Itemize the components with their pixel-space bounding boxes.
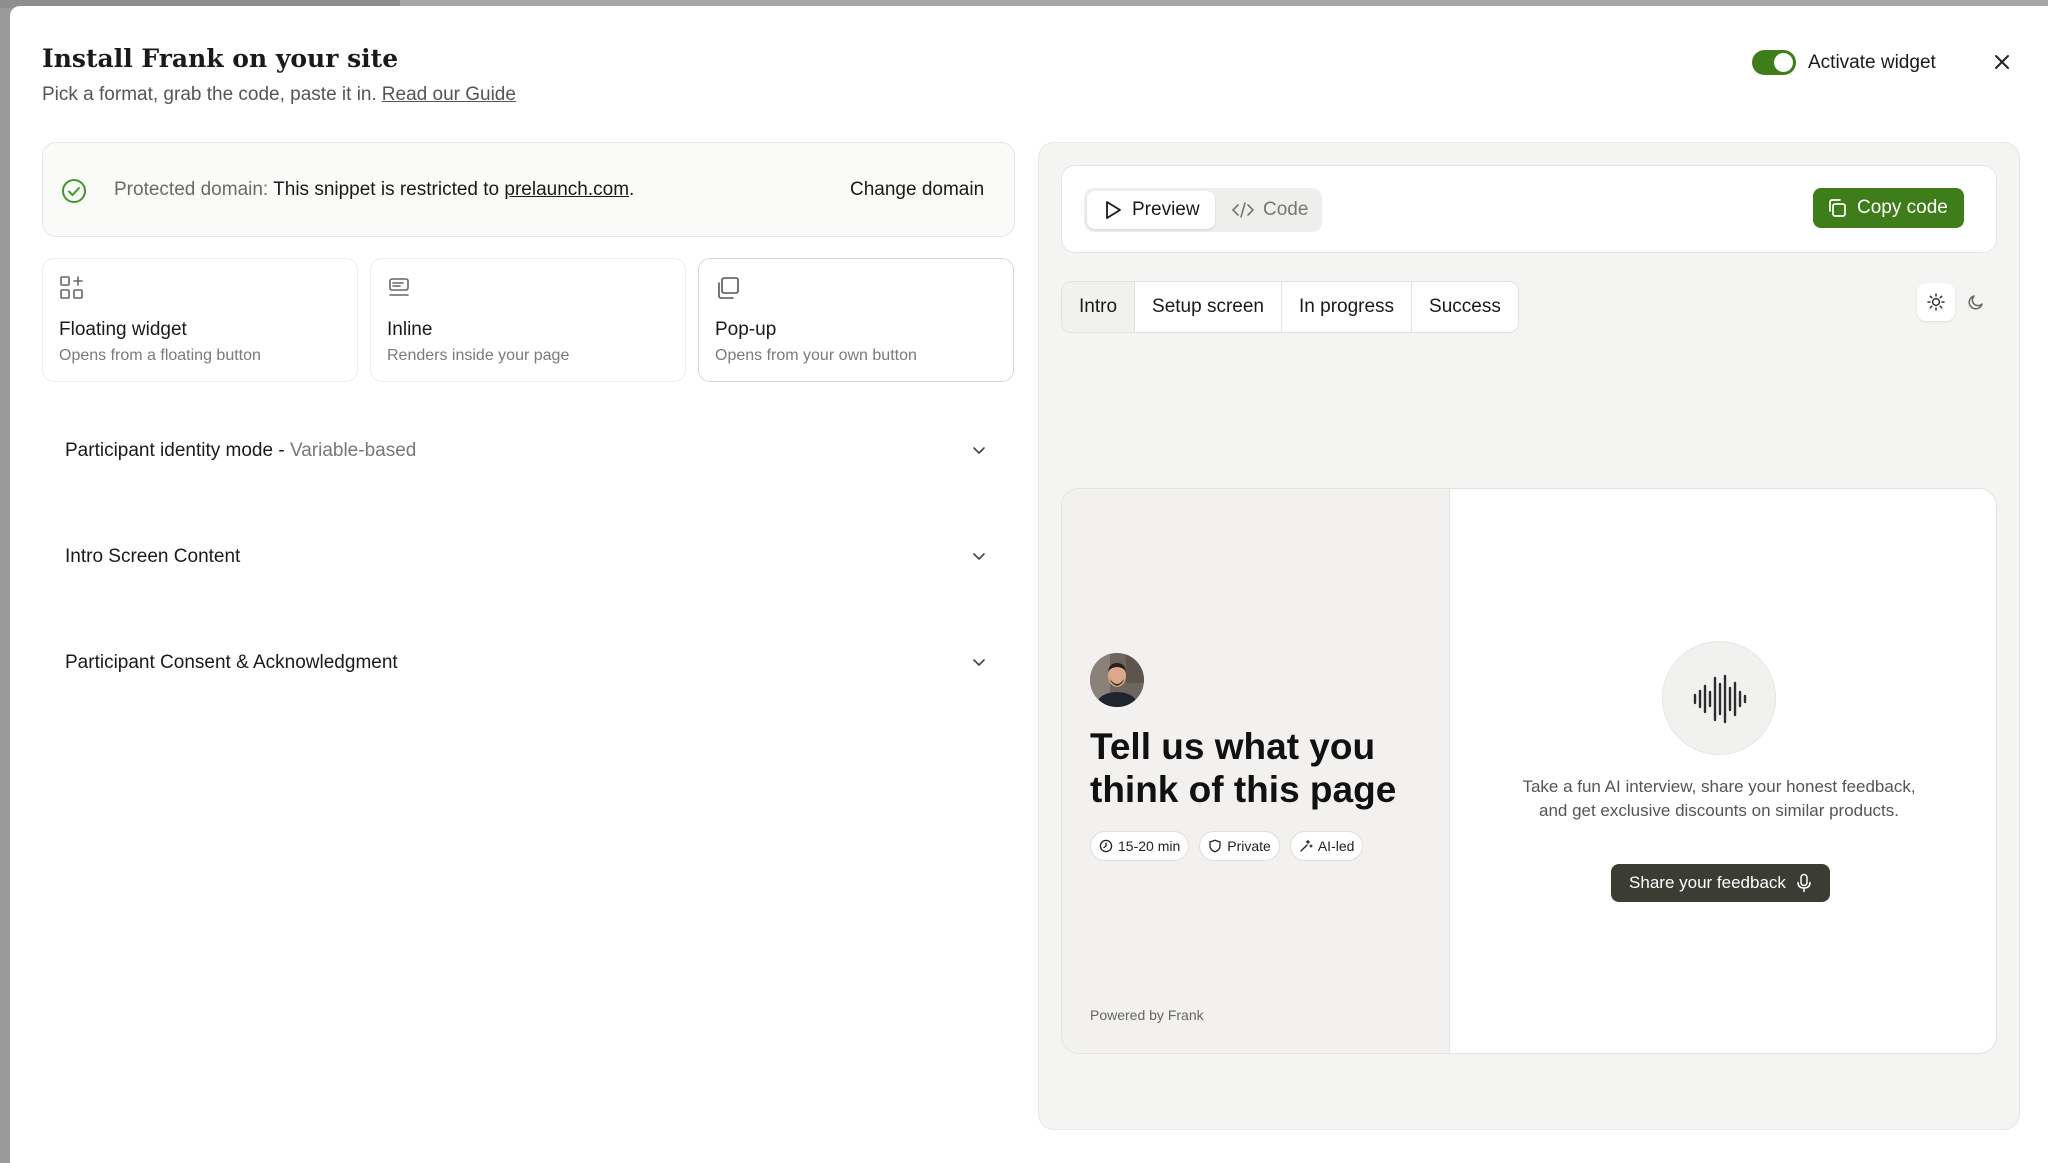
chip-label: Private xyxy=(1227,838,1271,854)
play-icon xyxy=(1106,201,1121,219)
format-desc: Renders inside your page xyxy=(387,347,570,364)
preview-tab-label: Preview xyxy=(1132,199,1200,220)
accordion-intro-screen-content[interactable]: Intro Screen Content xyxy=(65,538,995,578)
format-name: Inline xyxy=(387,319,433,340)
avatar xyxy=(1090,653,1144,707)
chevron-down-icon xyxy=(973,553,985,560)
domain-prefix: Protected domain: xyxy=(114,179,269,200)
chip-ai-led: AI-led xyxy=(1289,831,1364,861)
inline-icon xyxy=(389,278,409,296)
format-card-inline[interactable]: Inline Renders inside your page xyxy=(370,258,686,382)
code-tab[interactable]: Code xyxy=(1222,191,1320,229)
chevron-down-icon xyxy=(973,659,985,666)
check-circle-icon xyxy=(62,179,86,203)
activate-widget-label: Activate widget xyxy=(1808,51,1936,73)
share-feedback-button[interactable]: Share your feedback xyxy=(1611,864,1830,902)
accordion-title: Participant identity mode - xyxy=(65,440,285,461)
chevron-down-icon xyxy=(973,447,985,454)
state-tabs: Intro Setup screen In progress Success xyxy=(1061,281,1519,333)
accordion-title: Participant Consent & Acknowledgment xyxy=(65,652,398,673)
change-domain-button[interactable]: Change domain xyxy=(850,179,984,201)
accordion-title: Intro Screen Content xyxy=(65,546,241,567)
chip-duration: 15-20 min xyxy=(1090,831,1190,861)
domain-suffix: . xyxy=(629,179,635,200)
floating-widget-icon xyxy=(60,276,83,299)
format-name: Floating widget xyxy=(59,319,187,340)
chip-private: Private xyxy=(1199,831,1280,861)
domain-restriction-text: This snippet is restricted to xyxy=(273,179,500,200)
sparkle-icon xyxy=(1300,839,1313,852)
read-guide-link[interactable]: Read our Guide xyxy=(382,84,516,105)
preview-panel: Preview Code Copy code Intro Setup scree… xyxy=(1038,142,2020,1130)
waveform-icon xyxy=(1693,674,1747,724)
format-card-popup[interactable]: Pop-up Opens from your own button xyxy=(698,258,1014,382)
format-desc: Opens from your own button xyxy=(715,347,917,364)
powered-by: Powered by Frank xyxy=(1090,1007,1204,1023)
preview-toolbar: Preview Code Copy code xyxy=(1061,165,1997,253)
share-feedback-label: Share your feedback xyxy=(1629,873,1786,892)
dark-theme-button[interactable] xyxy=(1957,283,1995,321)
accordion-participant-identity[interactable]: Participant identity mode - Variable-bas… xyxy=(65,432,995,472)
waveform-badge xyxy=(1662,641,1776,755)
activate-widget-toggle[interactable]: Activate widget xyxy=(1752,50,1936,75)
widget-headline: Tell us what you think of this page xyxy=(1090,726,1397,810)
popup-icon xyxy=(718,277,739,299)
subtitle-text: Pick a format, grab the code, paste it i… xyxy=(42,84,377,105)
light-theme-button[interactable] xyxy=(1917,283,1955,321)
code-tab-label: Code xyxy=(1263,199,1309,220)
preview-tab[interactable]: Preview xyxy=(1087,191,1215,229)
format-card-floating-widget[interactable]: Floating widget Opens from a floating bu… xyxy=(42,258,358,382)
toggle-switch[interactable] xyxy=(1752,50,1796,75)
chip-label: 15-20 min xyxy=(1118,838,1181,854)
chip-label: AI-led xyxy=(1317,838,1355,854)
mic-icon xyxy=(1797,873,1811,893)
domain-link[interactable]: prelaunch.com xyxy=(504,179,629,200)
copy-code-button[interactable]: Copy code xyxy=(1813,188,1964,228)
widget-description: Take a fun AI interview, share your hone… xyxy=(1522,777,1916,820)
clock-icon xyxy=(1099,839,1113,853)
accordion-participant-consent[interactable]: Participant Consent & Acknowledgment xyxy=(65,644,995,684)
page-title: Install Frank on your site xyxy=(42,44,399,73)
tab-intro[interactable]: Intro xyxy=(1062,282,1136,332)
page-subtitle: Pick a format, grab the code, paste it i… xyxy=(42,84,516,106)
widget-intro-pane: Tell us what you think of this page 15-2… xyxy=(1062,489,1450,1053)
moon-icon xyxy=(1968,295,1983,310)
format-desc: Opens from a floating button xyxy=(59,347,261,364)
code-icon xyxy=(1232,202,1254,218)
tab-in-progress[interactable]: In progress xyxy=(1282,282,1413,332)
copy-code-label: Copy code xyxy=(1857,197,1948,218)
close-icon[interactable] xyxy=(1990,50,2014,74)
widget-chips: 15-20 min Private AI-led xyxy=(1090,831,1364,861)
shield-icon xyxy=(1209,839,1221,853)
install-modal: Install Frank on your site Pick a format… xyxy=(10,6,2048,1163)
protected-domain-banner: Protected domain: This snippet is restri… xyxy=(42,142,1015,237)
accordion-value: Variable-based xyxy=(289,440,417,461)
copy-icon xyxy=(1829,199,1846,217)
view-switcher: Preview Code xyxy=(1084,188,1322,232)
domain-text: Protected domain: This snippet is restri… xyxy=(114,179,634,201)
widget-preview: Tell us what you think of this page 15-2… xyxy=(1061,488,1997,1054)
accordion-label: Participant identity mode - Variable-bas… xyxy=(65,440,416,462)
sun-icon xyxy=(1927,293,1945,311)
tab-setup-screen[interactable]: Setup screen xyxy=(1135,282,1282,332)
tab-success[interactable]: Success xyxy=(1412,282,1518,332)
format-name: Pop-up xyxy=(715,319,777,340)
